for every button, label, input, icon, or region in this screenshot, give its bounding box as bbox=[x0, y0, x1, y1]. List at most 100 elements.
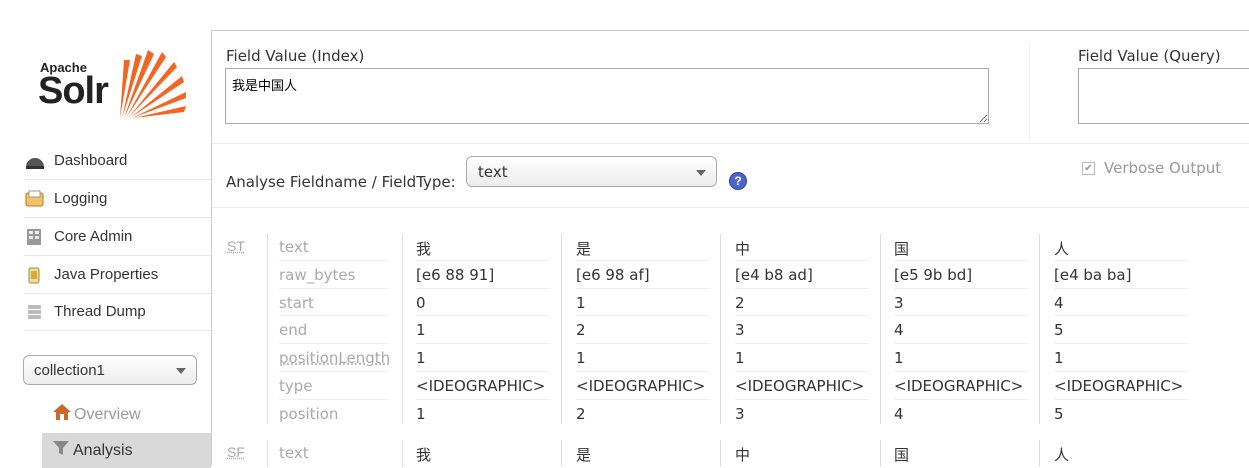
column-separator bbox=[402, 440, 403, 466]
token-cell: [e6 88 91] bbox=[416, 266, 495, 284]
stage-name: SF bbox=[227, 444, 245, 460]
row-line bbox=[279, 371, 387, 372]
core-menu-analysis-label: Analysis bbox=[73, 441, 133, 459]
row-line bbox=[416, 343, 549, 344]
column-divider bbox=[1029, 45, 1030, 141]
column-separator bbox=[880, 234, 881, 424]
logo-solr-text: Solr bbox=[38, 70, 109, 112]
stage-separator bbox=[267, 440, 268, 466]
fieldtype-select[interactable]: text bbox=[466, 156, 717, 187]
token-cell: 是 bbox=[576, 240, 592, 258]
row-line bbox=[576, 260, 709, 261]
core-admin-icon bbox=[24, 228, 46, 246]
chevron-down-icon bbox=[696, 170, 706, 176]
column-separator bbox=[1039, 440, 1040, 466]
nav-dashboard[interactable]: Dashboard bbox=[24, 142, 211, 180]
token-cell: 2 bbox=[735, 294, 745, 312]
token-cell: 4 bbox=[1054, 294, 1064, 312]
token-cell: [e4 ba ba] bbox=[1054, 266, 1132, 284]
token-cell: [e5 9b bd] bbox=[894, 266, 973, 284]
token-cell: 1 bbox=[1054, 349, 1064, 367]
token-cell: 3 bbox=[894, 294, 904, 312]
nav-java-properties-label: Java Properties bbox=[54, 266, 159, 283]
row-line bbox=[279, 315, 387, 316]
verbose-output-label: Verbose Output bbox=[1104, 159, 1222, 177]
row-line bbox=[735, 343, 868, 344]
token-cell: 1 bbox=[576, 294, 586, 312]
row-line bbox=[279, 288, 387, 289]
column-separator bbox=[561, 234, 562, 424]
row-line bbox=[1054, 288, 1187, 289]
token-cell: 中 bbox=[735, 240, 751, 258]
token-cell: [e6 98 af] bbox=[576, 266, 650, 284]
row-line bbox=[416, 371, 549, 372]
attr-label: type bbox=[279, 377, 313, 395]
token-cell: <IDEOGRAPHIC> bbox=[735, 377, 865, 395]
token-cell: 是 bbox=[576, 446, 592, 464]
logging-icon bbox=[24, 190, 46, 208]
field-value-index-input[interactable]: 我是中国人 bbox=[225, 68, 989, 124]
row-line bbox=[894, 343, 1027, 344]
divider bbox=[212, 207, 1249, 208]
attr-label: raw_bytes bbox=[279, 266, 356, 284]
sidebar: Apache Solr Dashboard Logging Core Admin… bbox=[0, 0, 211, 468]
nav-logging-label: Logging bbox=[54, 190, 108, 207]
token-cell: <IDEOGRAPHIC> bbox=[894, 377, 1024, 395]
stage-separator bbox=[267, 234, 268, 424]
row-line bbox=[1054, 315, 1187, 316]
token-cell: 5 bbox=[1054, 321, 1064, 339]
stage-name: ST bbox=[227, 238, 245, 254]
token-cell: 2 bbox=[576, 321, 586, 339]
solr-sun-icon bbox=[120, 50, 186, 118]
verbose-output-toggle[interactable]: ✔ Verbose Output bbox=[1082, 159, 1221, 177]
token-cell: 1 bbox=[576, 349, 586, 367]
row-line bbox=[279, 260, 387, 261]
core-selector-value: collection1 bbox=[34, 361, 105, 379]
token-cell: 3 bbox=[735, 321, 745, 339]
token-cell: <IDEOGRAPHIC> bbox=[416, 377, 546, 395]
solr-logo[interactable]: Apache Solr bbox=[38, 40, 188, 120]
funnel-icon bbox=[52, 439, 70, 462]
help-icon[interactable]: ? bbox=[729, 172, 747, 190]
nav-logging[interactable]: Logging bbox=[24, 180, 211, 218]
token-cell: 1 bbox=[735, 349, 745, 367]
row-line bbox=[1054, 343, 1187, 344]
field-value-query-input[interactable] bbox=[1078, 68, 1249, 124]
fieldtype-select-value: text bbox=[478, 162, 508, 181]
row-line bbox=[576, 288, 709, 289]
nav-thread-dump-label: Thread Dump bbox=[54, 303, 146, 320]
core-selector[interactable]: collection1 bbox=[23, 355, 197, 385]
row-line bbox=[894, 288, 1027, 289]
row-line bbox=[576, 371, 709, 372]
nav-java-properties[interactable]: Java Properties bbox=[24, 256, 211, 294]
nav-thread-dump[interactable]: Thread Dump bbox=[24, 293, 211, 331]
token-cell: 1 bbox=[416, 405, 426, 423]
row-line bbox=[894, 399, 1027, 400]
token-cell: [e4 b8 ad] bbox=[735, 266, 813, 284]
core-menu-overview[interactable]: Overview bbox=[42, 397, 211, 432]
row-line bbox=[735, 399, 868, 400]
verbose-checkbox[interactable]: ✔ bbox=[1082, 161, 1095, 175]
row-line bbox=[1054, 260, 1187, 261]
token-cell: 我 bbox=[416, 446, 432, 464]
token-cell: 人 bbox=[1054, 446, 1070, 464]
token-cell: 4 bbox=[894, 405, 904, 423]
nav-core-admin[interactable]: Core Admin bbox=[24, 218, 211, 256]
token-cell: 我 bbox=[416, 240, 432, 258]
row-line bbox=[416, 260, 549, 261]
dashboard-icon bbox=[24, 152, 46, 170]
column-separator bbox=[561, 440, 562, 466]
field-value-query-label: Field Value (Query) bbox=[1078, 47, 1221, 65]
token-cell: 0 bbox=[416, 294, 426, 312]
token-cell: <IDEOGRAPHIC> bbox=[576, 377, 706, 395]
core-menu-analysis[interactable]: Analysis bbox=[42, 433, 211, 468]
attr-label: positionLength bbox=[279, 349, 391, 367]
column-separator bbox=[880, 440, 881, 466]
column-separator bbox=[402, 234, 403, 424]
token-cell: 1 bbox=[894, 349, 904, 367]
row-line bbox=[894, 371, 1027, 372]
nav-core-admin-label: Core Admin bbox=[54, 228, 133, 245]
column-separator bbox=[1039, 234, 1040, 424]
row-line bbox=[894, 315, 1027, 316]
divider bbox=[212, 143, 1249, 144]
